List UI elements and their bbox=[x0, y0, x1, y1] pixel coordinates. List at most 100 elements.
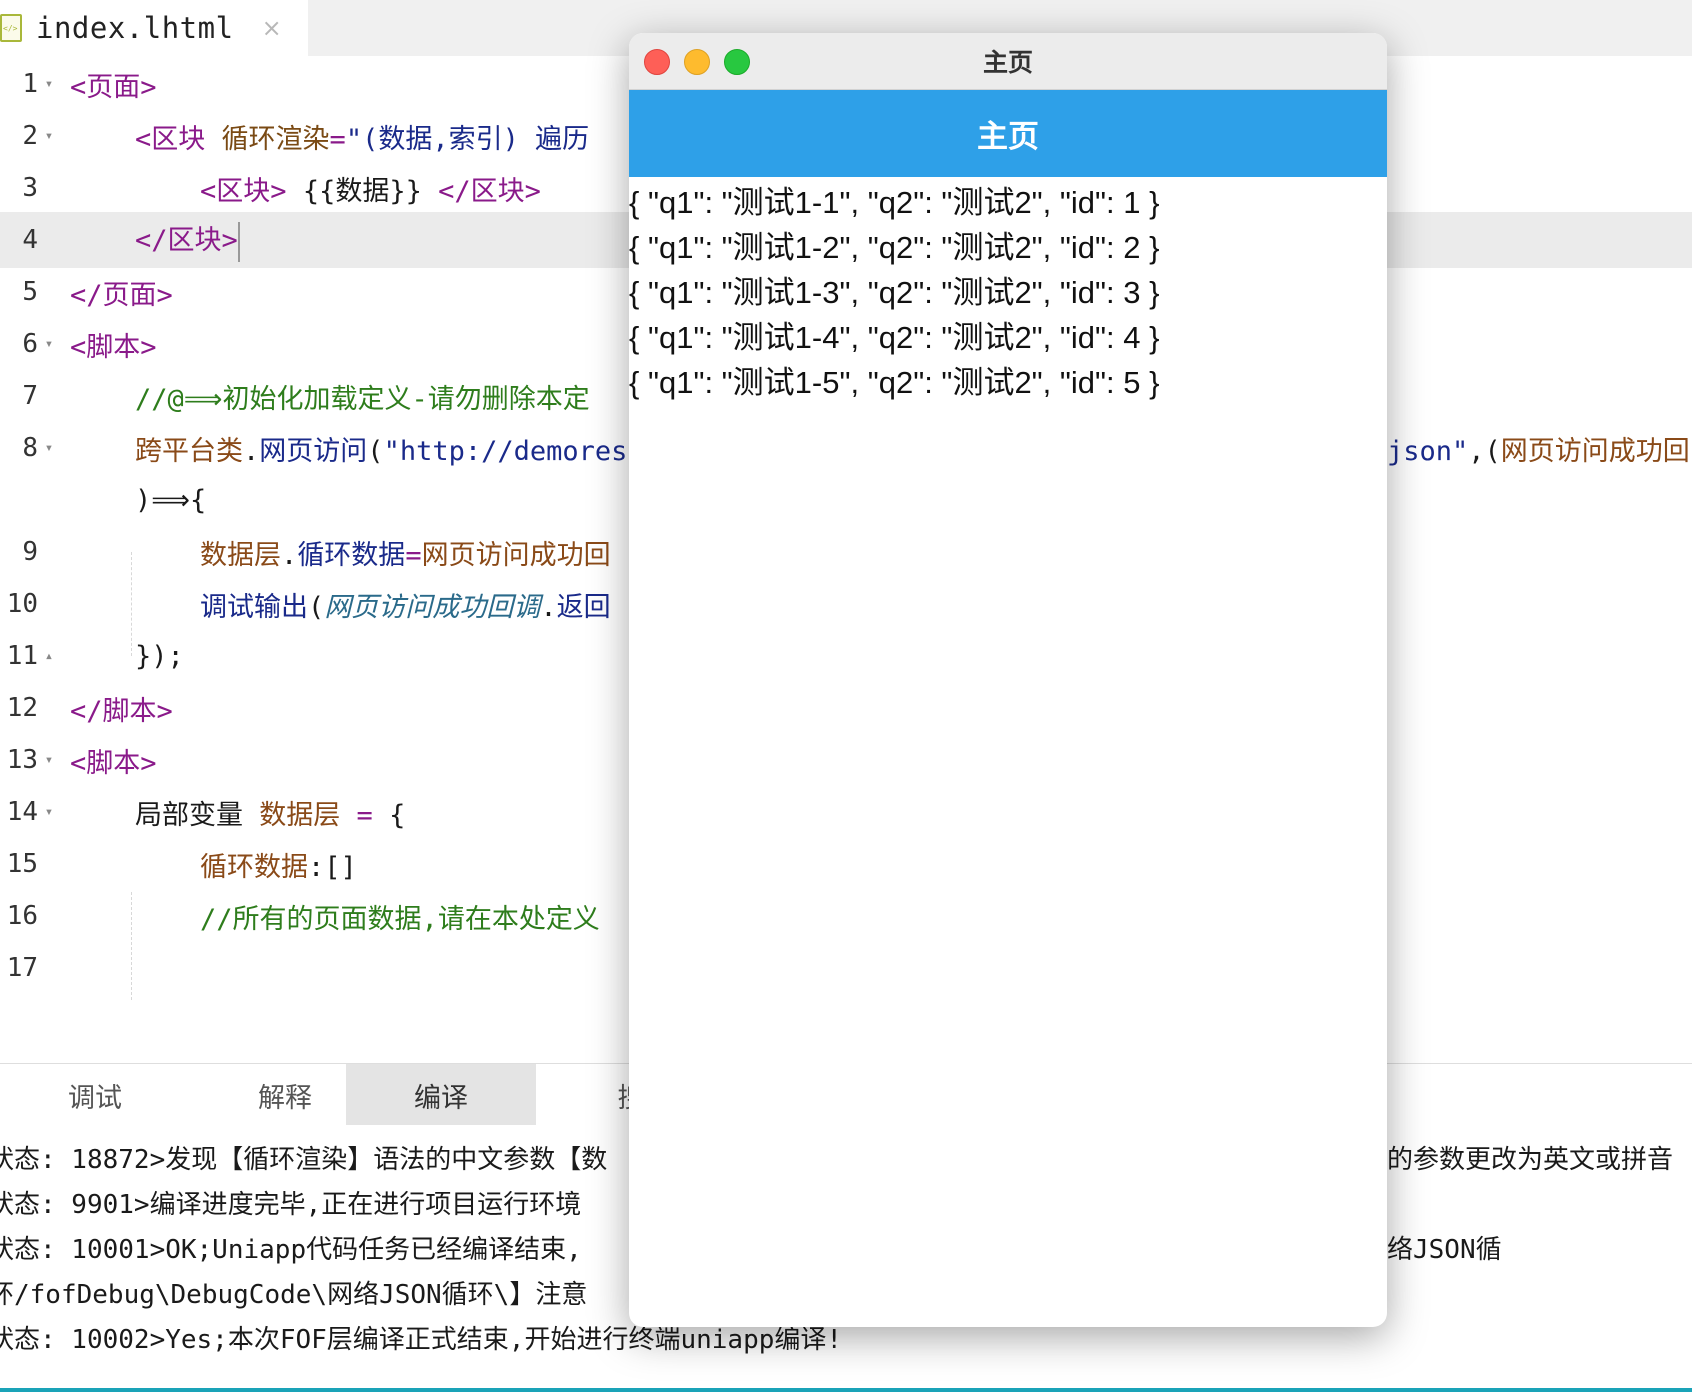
code-token: }); bbox=[70, 640, 184, 672]
log-line: 状态: 9901>编译进度完毕,正在进行项目运行环境 bbox=[0, 1190, 582, 1220]
fold-toggle-icon[interactable]: ▾ bbox=[40, 752, 58, 768]
line-gutter bbox=[0, 472, 64, 528]
code-token: 循环数据 bbox=[200, 851, 309, 883]
log-line-overflow: 的参数更改为英文或拼音 bbox=[1387, 1145, 1674, 1175]
line-number: 7 bbox=[22, 381, 38, 411]
app-navbar: 主页 bbox=[629, 90, 1387, 177]
line-code: }); bbox=[70, 641, 184, 672]
code-token: </脚本> bbox=[70, 695, 173, 727]
code-token: //所有的页面数据,请在本处定义 bbox=[200, 903, 600, 935]
code-token: { bbox=[372, 799, 406, 831]
code-token: </页面> bbox=[70, 279, 173, 311]
code-token: 网页访问成功回 bbox=[1500, 435, 1690, 467]
file-code-icon bbox=[0, 14, 22, 42]
line-gutter: 9 bbox=[0, 524, 64, 580]
nav-title: 主页 bbox=[977, 119, 1039, 155]
code-token: <脚本> bbox=[70, 747, 157, 779]
line-code: </页面> bbox=[70, 273, 173, 312]
line-code: 循环数据:[] bbox=[70, 845, 357, 884]
line-gutter: 13 ▾ bbox=[0, 732, 64, 788]
line-code-overflow: json",(网页访问成功回 bbox=[1387, 429, 1690, 468]
fold-toggle-icon[interactable]: ▾ bbox=[40, 440, 58, 456]
log-line: 状态: 10001>OK;Uniapp代码任务已经编译结束, bbox=[0, 1235, 582, 1265]
code-token: = bbox=[405, 539, 422, 571]
window-zoom-button[interactable] bbox=[724, 49, 750, 75]
code-token: 数据层 bbox=[259, 799, 341, 831]
window-title: 主页 bbox=[982, 48, 1033, 77]
line-number: 13 bbox=[6, 745, 38, 775]
line-code: 跨平台类.网页访问("http://demores bbox=[70, 429, 627, 468]
fold-toggle-icon[interactable]: ▾ bbox=[40, 128, 58, 144]
fold-toggle-icon[interactable]: ▾ bbox=[40, 76, 58, 92]
line-code: 调试输出(网页访问成功回调.返回 bbox=[70, 585, 611, 624]
line-code: )⟹{ bbox=[70, 485, 206, 516]
code-token: </区块> bbox=[135, 225, 238, 257]
code-token: "http://demores bbox=[383, 435, 628, 467]
line-gutter: 10 bbox=[0, 576, 64, 632]
line-gutter: 12 bbox=[0, 680, 64, 736]
code-token: 网页访问成功回调 bbox=[324, 591, 541, 623]
code-token: . bbox=[281, 539, 298, 571]
line-gutter: 15 bbox=[0, 836, 64, 892]
line-gutter: 3 bbox=[0, 160, 64, 216]
window-minimize-button[interactable] bbox=[684, 49, 710, 75]
data-row: { "q1": "测试1-1", "q2": "测试2", "id": 1 } bbox=[629, 185, 1160, 220]
code-token: 循环数据 bbox=[297, 539, 406, 571]
panel-tab[interactable]: 编译 bbox=[346, 1064, 536, 1126]
line-gutter: 17 bbox=[0, 940, 64, 996]
line-gutter: 5 bbox=[0, 264, 64, 320]
data-row: { "q1": "测试1-5", "q2": "测试2", "id": 5 } bbox=[629, 365, 1160, 400]
editor-tab-index[interactable]: index.lhtml × bbox=[0, 0, 308, 56]
window-titlebar: 主页 bbox=[629, 33, 1387, 90]
code-token: = bbox=[329, 123, 346, 155]
data-row: { "q1": "测试1-4", "q2": "测试2", "id": 4 } bbox=[629, 320, 1160, 355]
code-token: 网页访问 bbox=[259, 435, 368, 467]
code-token: //@⟹初始化加载定义-请勿删除本定 bbox=[135, 383, 590, 415]
code-token: 数据层 bbox=[200, 539, 282, 571]
code-token: = bbox=[356, 799, 373, 831]
line-code: <区块> {{数据}} </区块> bbox=[70, 169, 541, 208]
line-code: //所有的页面数据,请在本处定义 bbox=[70, 897, 600, 936]
code-token: ( bbox=[367, 435, 384, 467]
line-gutter: 6 ▾ bbox=[0, 316, 64, 372]
panel-tab[interactable]: 调试 bbox=[0, 1064, 190, 1126]
line-gutter: 16 bbox=[0, 888, 64, 944]
log-line: 状态: 18872>发现【循环渲染】语法的中文参数【数 bbox=[0, 1145, 608, 1175]
data-row: { "q1": "测试1-3", "q2": "测试2", "id": 3 } bbox=[629, 275, 1160, 310]
code-token: )⟹{ bbox=[70, 484, 207, 516]
line-number: 17 bbox=[6, 953, 38, 983]
code-token: ( bbox=[308, 591, 325, 623]
simulator-window: 主页 主页 { "q1": "测试1-1", "q2": "测试2", "id"… bbox=[629, 33, 1387, 1327]
line-number: 9 bbox=[22, 537, 38, 567]
code-token: <脚本> bbox=[70, 331, 157, 363]
line-number: 1 bbox=[22, 69, 38, 99]
fold-toggle-icon[interactable]: ▾ bbox=[40, 804, 58, 820]
fold-toggle-icon[interactable]: ▴ bbox=[40, 648, 58, 664]
window-close-button[interactable] bbox=[644, 49, 670, 75]
line-number: 3 bbox=[22, 173, 38, 203]
code-token: json" bbox=[1387, 435, 1469, 467]
code-token: <页面> bbox=[70, 71, 157, 103]
line-number: 11 bbox=[6, 641, 38, 671]
line-number: 5 bbox=[22, 277, 38, 307]
line-code: <脚本> bbox=[70, 325, 157, 364]
line-number: 4 bbox=[22, 225, 38, 255]
line-gutter: 7 bbox=[0, 368, 64, 424]
code-token: <区块> bbox=[200, 175, 287, 207]
fold-toggle-icon[interactable]: ▾ bbox=[40, 336, 58, 352]
line-number: 6 bbox=[22, 329, 38, 359]
line-gutter: 2 ▾ bbox=[0, 108, 64, 164]
line-number: 14 bbox=[6, 797, 38, 827]
close-icon[interactable]: × bbox=[262, 14, 282, 42]
code-token: 局部变量 bbox=[70, 799, 260, 831]
line-code: <页面> bbox=[70, 65, 157, 104]
line-code: <脚本> bbox=[70, 741, 157, 780]
